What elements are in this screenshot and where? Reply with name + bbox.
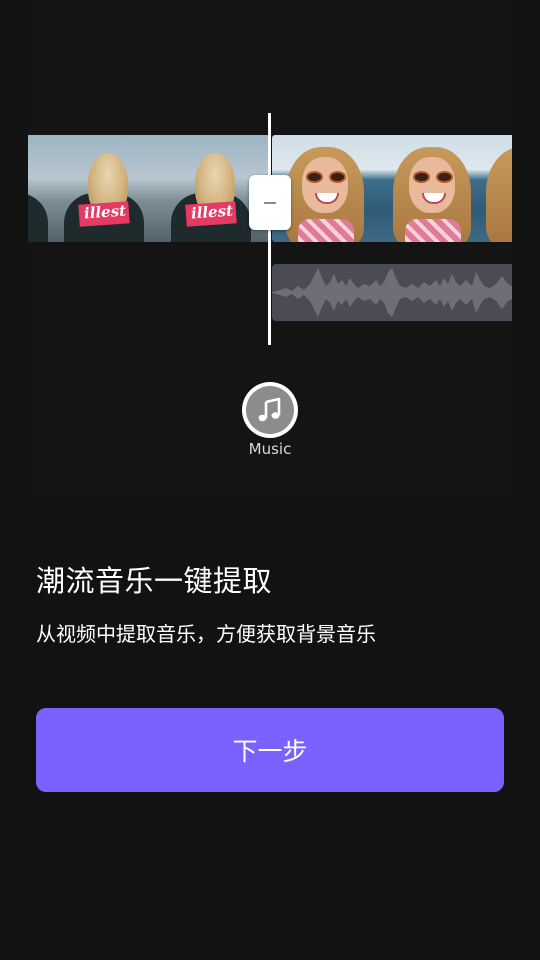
waveform-shape bbox=[272, 268, 512, 317]
clip-thumbnail: illest bbox=[54, 135, 161, 242]
next-step-button[interactable]: 下一步 bbox=[36, 708, 504, 792]
minus-icon bbox=[264, 201, 276, 204]
onboarding-screen: illest illest Music 潮流音乐一键提取 从视频中提取音乐，方便… bbox=[0, 0, 540, 960]
clip-thumbnail bbox=[379, 135, 486, 242]
music-badge bbox=[242, 382, 298, 438]
video-clip-left: illest illest bbox=[28, 135, 268, 242]
audio-waveform bbox=[272, 268, 512, 317]
music-note-icon bbox=[258, 397, 281, 422]
audio-track bbox=[272, 264, 512, 321]
feature-headline: 潮流音乐一键提取 bbox=[36, 564, 273, 598]
video-clip-right bbox=[272, 135, 512, 242]
clip-transition-button[interactable] bbox=[249, 175, 291, 230]
clip-thumbnail bbox=[28, 135, 54, 242]
music-label: Music bbox=[248, 440, 292, 458]
feature-description: 从视频中提取音乐，方便获取背景音乐 bbox=[36, 622, 376, 646]
clip-thumbnail bbox=[486, 135, 512, 242]
